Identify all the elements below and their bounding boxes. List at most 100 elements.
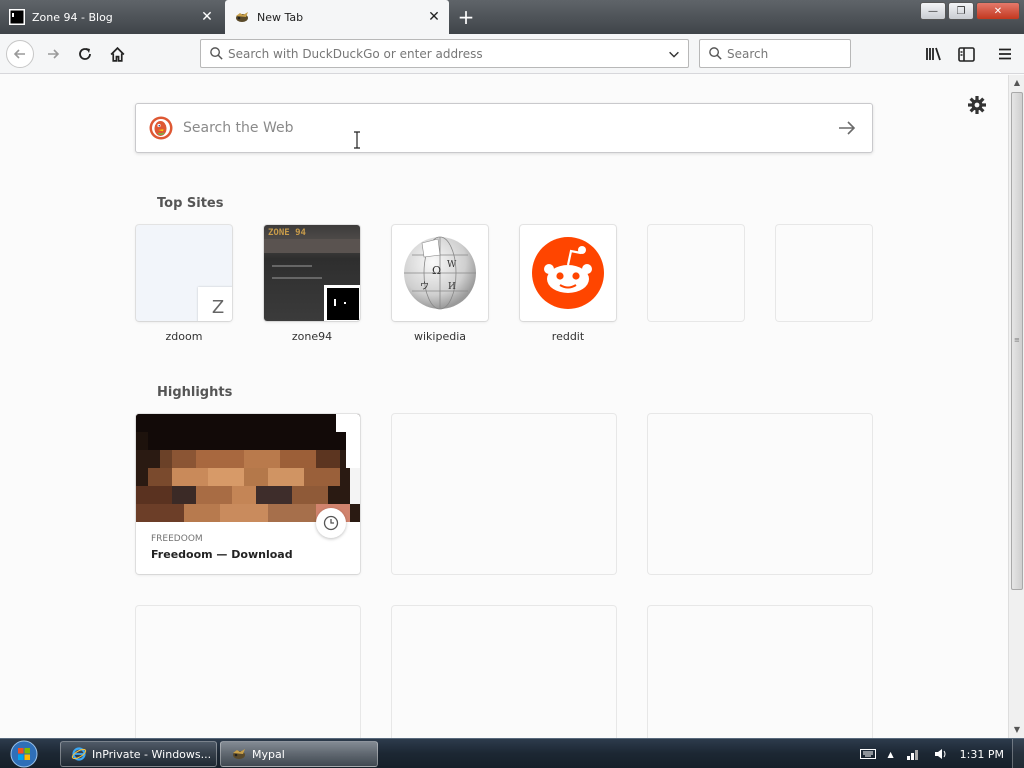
- taskbar-button-label: InPrivate - Windows...: [92, 747, 212, 761]
- reload-icon: [79, 48, 91, 60]
- top-site-zdoom[interactable]: Z zdoom: [136, 225, 232, 343]
- close-tab-icon[interactable]: ✕: [198, 8, 216, 26]
- address-input[interactable]: [228, 46, 667, 61]
- taskbar-button-label: Mypal: [252, 747, 285, 761]
- top-site-reddit[interactable]: reddit: [520, 225, 616, 343]
- close-tab-icon[interactable]: ✕: [425, 8, 443, 26]
- reload-button[interactable]: [71, 40, 99, 68]
- top-site-label: wikipedia: [413, 330, 466, 343]
- back-button[interactable]: [6, 40, 34, 68]
- top-site-tile[interactable]: [520, 225, 616, 321]
- new-tab-page: Top Sites Z zdoom ZONE 94 zone94: [0, 75, 1008, 738]
- forward-arrow-icon: [48, 49, 60, 59]
- svg-text:W: W: [447, 260, 457, 270]
- navigation-toolbar: [0, 34, 1024, 74]
- top-site-zone94[interactable]: ZONE 94 zone94: [264, 225, 360, 343]
- history-clock-icon: [316, 508, 346, 538]
- start-button[interactable]: [6, 740, 42, 768]
- minimize-button[interactable]: —: [920, 2, 946, 20]
- menu-button[interactable]: [991, 40, 1019, 68]
- scroll-down-arrow-icon[interactable]: ▼: [1009, 722, 1024, 738]
- thumbnail-line: [272, 265, 312, 267]
- taskbar-button-internet-explorer[interactable]: InPrivate - Windows...: [60, 741, 217, 767]
- tab-zone94-blog[interactable]: Zone 94 - Blog ✕: [0, 0, 222, 34]
- taskbar-button-mypal[interactable]: Mypal: [220, 741, 378, 767]
- top-site-label: reddit: [551, 330, 585, 343]
- volume-icon[interactable]: [934, 747, 948, 761]
- site-thumbnail-text: ZONE 94: [268, 228, 306, 238]
- gear-icon[interactable]: [966, 94, 988, 116]
- close-window-button[interactable]: ✕: [976, 2, 1020, 20]
- hamburger-menu-icon: [999, 48, 1011, 60]
- home-button[interactable]: [103, 40, 131, 68]
- top-site-placeholder: [648, 225, 744, 321]
- mypal-icon: [233, 749, 245, 759]
- zone94-badge-icon: [324, 285, 360, 321]
- scroll-grip-icon: ≡: [1014, 336, 1020, 344]
- svg-text:И: И: [448, 282, 456, 292]
- highlight-placeholder: [648, 606, 872, 738]
- top-site-label: zone94: [291, 330, 333, 343]
- tab-new-tab[interactable]: New Tab ✕: [225, 0, 449, 34]
- back-arrow-icon: [13, 49, 25, 59]
- sidebar-icon: [957, 46, 975, 62]
- search-icon: [210, 47, 223, 60]
- tab-title: Zone 94 - Blog: [32, 10, 113, 24]
- thumbnail-line: [272, 277, 322, 279]
- scroll-up-arrow-icon[interactable]: ▲: [1009, 75, 1024, 91]
- highlight-placeholder: [648, 414, 872, 574]
- sidebar-button[interactable]: [952, 40, 980, 68]
- home-icon: [110, 46, 124, 62]
- show-hidden-icons-arrow-icon[interactable]: ▲: [888, 750, 894, 759]
- keyboard-icon[interactable]: [859, 749, 876, 759]
- arrow-right-icon[interactable]: [836, 117, 858, 139]
- new-tab-button[interactable]: +: [455, 6, 477, 28]
- wikipedia-globe-icon: Ω W И ウ: [404, 236, 476, 310]
- top-site-tile[interactable]: Ω W И ウ: [392, 225, 488, 321]
- window-controls: — ❐ ✕: [920, 2, 1020, 20]
- show-desktop-button[interactable]: [1012, 739, 1024, 768]
- highlight-placeholder: [136, 606, 360, 738]
- search-bar[interactable]: [699, 39, 851, 68]
- highlight-thumbnail: [136, 414, 360, 538]
- site-letter-badge: Z: [198, 287, 232, 321]
- web-search-input[interactable]: [183, 120, 836, 136]
- chevron-down-icon[interactable]: [667, 47, 681, 61]
- highlight-card[interactable]: FREEDOOM Freedoom — Download: [136, 414, 360, 574]
- maximize-button[interactable]: ❐: [948, 2, 974, 20]
- tab-title: New Tab: [257, 10, 304, 24]
- search-input[interactable]: [727, 46, 837, 61]
- search-icon: [709, 47, 722, 60]
- library-button[interactable]: [920, 40, 948, 68]
- text-cursor-icon: [354, 131, 360, 149]
- clock-time[interactable]: 1:31 PM: [960, 748, 1004, 761]
- windows-logo-icon: [10, 740, 38, 768]
- windows-taskbar: InPrivate - Windows... Mypal ▲ 1:31 PM: [0, 738, 1024, 768]
- vertical-scrollbar[interactable]: ▲ ≡ ▼: [1008, 75, 1024, 738]
- top-site-label: zdoom: [165, 330, 203, 343]
- address-bar[interactable]: [200, 39, 689, 68]
- top-site-placeholder: [776, 225, 872, 321]
- tab-strip: Zone 94 - Blog ✕ New Tab ✕ + — ❐ ✕: [0, 0, 1024, 34]
- system-tray: ▲ 1:31 PM: [854, 739, 1024, 768]
- top-site-empty: [776, 225, 872, 330]
- zone94-favicon: [9, 9, 25, 25]
- library-icon: [926, 47, 941, 61]
- reddit-logo-icon: [532, 237, 604, 309]
- forward-button[interactable]: [39, 40, 67, 68]
- top-site-wikipedia[interactable]: Ω W И ウ wikipedia: [392, 225, 488, 343]
- thumbnail-banner: [264, 239, 360, 253]
- highlights-heading: Highlights: [157, 385, 233, 400]
- web-search-box[interactable]: [135, 103, 873, 153]
- scroll-thumb[interactable]: ≡: [1011, 92, 1023, 590]
- top-site-tile[interactable]: ZONE 94: [264, 225, 360, 321]
- highlight-placeholder: [392, 606, 616, 738]
- svg-text:ウ: ウ: [420, 281, 429, 292]
- network-icon[interactable]: [906, 747, 922, 761]
- highlight-source: FREEDOOM: [151, 534, 203, 544]
- top-site-empty: [648, 225, 744, 330]
- highlight-placeholder: [392, 414, 616, 574]
- highlight-title: Freedoom — Download: [151, 548, 293, 561]
- svg-text:Ω: Ω: [432, 264, 441, 277]
- top-site-tile[interactable]: Z: [136, 225, 232, 321]
